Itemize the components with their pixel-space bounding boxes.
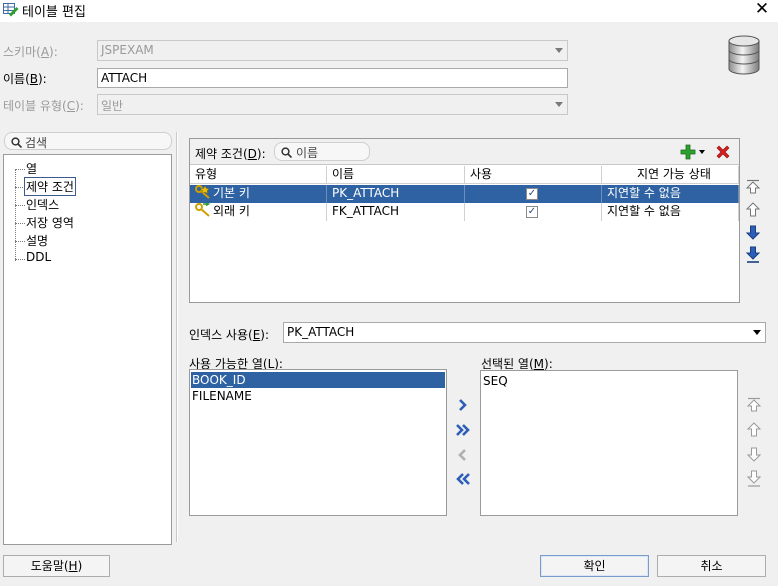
- nav-tree: 열 제약 조건 인덱스 저장 영역 설명 DDL: [3, 154, 172, 545]
- table-row[interactable]: 기본 키 PK_ATTACH ✓ 지연할 수 없음: [190, 185, 739, 203]
- row-deferrable: 지연할 수 없음: [602, 185, 739, 203]
- move-down-icon[interactable]: [744, 223, 762, 241]
- panel-splitter[interactable]: [176, 132, 178, 542]
- available-columns-list[interactable]: BOOK_ID FILENAME: [189, 369, 447, 516]
- move-up-icon[interactable]: [744, 201, 762, 219]
- table-type-label: 테이블 유형(C):: [3, 99, 84, 113]
- row-name: PK_ATTACH: [327, 185, 465, 203]
- nav-item-indexes[interactable]: 인덱스: [25, 196, 60, 213]
- chevron-down-icon: [555, 48, 563, 53]
- name-value: ATTACH: [101, 71, 148, 85]
- ok-button[interactable]: 확인: [540, 555, 649, 577]
- list-item[interactable]: BOOK_ID: [191, 372, 445, 388]
- column-header-name[interactable]: 이름: [327, 166, 465, 184]
- column-header-deferrable[interactable]: 지연 가능 상태: [602, 166, 739, 184]
- nav-search-input[interactable]: 검색: [4, 132, 172, 150]
- selected-columns-list[interactable]: SEQ: [480, 370, 738, 516]
- nav-item-ddl[interactable]: DDL: [25, 250, 52, 264]
- row-type: 기본 키: [213, 186, 250, 200]
- list-item[interactable]: SEQ: [482, 373, 736, 389]
- nav-item-comment[interactable]: 설명: [25, 232, 49, 249]
- chevron-down-icon: [555, 102, 563, 107]
- search-icon: [11, 137, 23, 149]
- move-left-icon[interactable]: [454, 446, 472, 464]
- schema-select[interactable]: JSPEXAM: [97, 40, 568, 61]
- enabled-checkbox[interactable]: ✓: [526, 188, 538, 200]
- add-dropdown-icon[interactable]: [699, 150, 705, 154]
- move-down-icon[interactable]: [745, 445, 763, 463]
- move-top-icon[interactable]: [744, 178, 762, 196]
- chevron-down-icon: [753, 330, 761, 335]
- cancel-button[interactable]: 취소: [657, 555, 766, 577]
- name-label: 이름(B):: [3, 72, 47, 86]
- move-top-icon[interactable]: [745, 396, 763, 414]
- enabled-checkbox[interactable]: ✓: [526, 206, 538, 218]
- table-edit-icon: [3, 3, 19, 17]
- index-label: 인덱스 사용(E):: [189, 328, 270, 342]
- move-bottom-icon[interactable]: [745, 470, 763, 488]
- close-icon[interactable]: ✕: [752, 0, 772, 19]
- delete-icon[interactable]: [715, 144, 731, 160]
- index-value: PK_ATTACH: [287, 325, 355, 339]
- constraints-panel: 제약 조건(D): 이름 유형 이름 사용 지연 가능 상태 기본 키 PK_A…: [189, 138, 740, 303]
- column-header-type[interactable]: 유형: [190, 166, 327, 184]
- constraints-search-input[interactable]: 이름: [274, 142, 370, 161]
- window-title: 테이블 편집: [22, 5, 86, 20]
- constraints-toolbar: 제약 조건(D): 이름: [190, 139, 739, 165]
- list-item[interactable]: FILENAME: [191, 388, 445, 404]
- constraints-label: 제약 조건(D):: [195, 147, 266, 161]
- add-icon[interactable]: [680, 144, 696, 160]
- tree-connector: [15, 169, 16, 261]
- move-all-left-icon[interactable]: [454, 470, 472, 488]
- move-up-icon[interactable]: [745, 421, 763, 439]
- database-icon: [728, 35, 760, 75]
- help-button[interactable]: 도움말(H): [3, 555, 110, 577]
- title-bar: 테이블 편집 ✕: [0, 0, 778, 22]
- column-header-enabled[interactable]: 사용: [465, 166, 602, 184]
- table-type-value: 일반: [101, 99, 124, 113]
- constraints-grid-header: 유형 이름 사용 지연 가능 상태: [190, 166, 739, 184]
- foreign-key-icon: [195, 203, 211, 217]
- schema-label: 스키마(A):: [3, 45, 58, 59]
- table-row[interactable]: 외래 키 FK_ATTACH ✓ 지연할 수 없음: [190, 203, 739, 221]
- name-field[interactable]: ATTACH: [97, 68, 568, 88]
- move-right-icon[interactable]: [454, 396, 472, 414]
- move-bottom-icon[interactable]: [744, 246, 762, 264]
- nav-item-constraints[interactable]: 제약 조건: [24, 177, 76, 196]
- nav-search-placeholder: 검색: [25, 136, 48, 150]
- nav-item-columns[interactable]: 열: [25, 160, 38, 177]
- row-type: 외래 키: [213, 204, 250, 218]
- index-select[interactable]: PK_ATTACH: [283, 322, 766, 343]
- search-icon: [281, 147, 293, 159]
- primary-key-icon: [195, 185, 210, 199]
- table-type-select[interactable]: 일반: [97, 94, 568, 115]
- move-all-right-icon[interactable]: [454, 421, 472, 439]
- schema-value: JSPEXAM: [101, 43, 154, 57]
- row-deferrable: 지연할 수 없음: [602, 203, 739, 221]
- nav-item-storage[interactable]: 저장 영역: [25, 214, 75, 231]
- constraints-search-placeholder: 이름: [296, 146, 319, 160]
- row-name: FK_ATTACH: [327, 203, 465, 221]
